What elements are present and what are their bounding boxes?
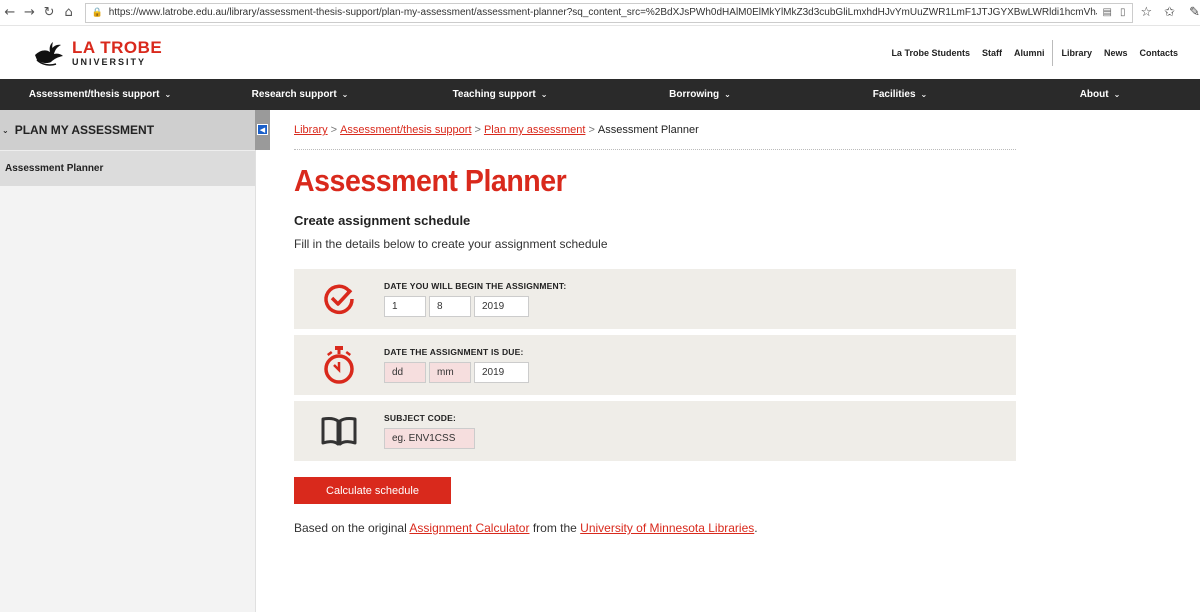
sidebar-heading[interactable]: ⌄ PLAN MY ASSESSMENT: [0, 110, 255, 150]
top-links-divider: [1052, 39, 1054, 66]
nav-item-teaching[interactable]: Teaching support ⌄: [400, 89, 600, 100]
main-nav: Assessment/thesis support ⌄ Research supp…: [0, 79, 1200, 110]
chevron-down-icon: ⌄: [540, 90, 548, 99]
back-icon[interactable]: ←: [0, 0, 20, 26]
attribution-text: from the: [529, 521, 581, 535]
begin-year-input[interactable]: 2019: [474, 296, 529, 317]
nav-item-label: Facilities: [872, 89, 916, 100]
chevron-down-icon: ⌄: [2, 125, 9, 135]
page-title: Assessment Planner: [294, 163, 567, 198]
minnesota-libraries-link[interactable]: University of Minnesota Libraries: [580, 521, 754, 535]
nav-item-about[interactable]: About ⌄: [1000, 89, 1200, 100]
attribution-text: .: [754, 521, 758, 535]
top-link-students[interactable]: La Trobe Students: [885, 48, 976, 58]
due-date-row: DATE THE ASSIGNMENT IS DUE: dd mm 2019: [294, 335, 1016, 395]
chevron-down-icon: ⌄: [1113, 90, 1121, 99]
nav-item-label: Research support: [251, 89, 337, 100]
attribution-note: Based on the original Assignment Calcula…: [294, 521, 1200, 535]
nav-item-research[interactable]: Research support ⌄: [200, 89, 400, 100]
chevron-down-icon: ⌄: [920, 90, 928, 99]
begin-date-row: DATE YOU WILL BEGIN THE ASSIGNMENT: 1 8 …: [294, 269, 1016, 329]
logo-sub-text: UNIVERSITY: [72, 56, 147, 67]
lock-icon: 🔒: [91, 7, 103, 17]
browser-toolbar: ← → ↻ ⌂ 🔒 https://www.latrobe.edu.au/lib…: [0, 0, 1200, 26]
nav-item-label: Borrowing: [669, 89, 720, 100]
nav-item-label: Teaching support: [452, 89, 536, 100]
refresh-icon[interactable]: ↻: [39, 0, 59, 26]
pen-icon[interactable]: ✎: [1189, 5, 1200, 20]
due-day-input[interactable]: dd: [384, 362, 426, 383]
section-description: Fill in the details below to create your…: [294, 237, 608, 251]
open-book-icon: [321, 416, 357, 446]
url-text: https://www.latrobe.edu.au/library/asses…: [108, 7, 1097, 18]
nav-item-borrowing[interactable]: Borrowing ⌄: [600, 89, 800, 100]
nav-item-facilities[interactable]: Facilities ⌄: [800, 89, 1000, 100]
section-subtitle: Create assignment schedule: [294, 213, 471, 228]
begin-month-input[interactable]: 8: [429, 296, 471, 317]
sidebar-item-assessment-planner[interactable]: Assessment Planner: [0, 150, 255, 186]
checkmark-circle-icon: [324, 284, 354, 315]
begin-date-label: DATE YOU WILL BEGIN THE ASSIGNMENT:: [384, 281, 567, 291]
breadcrumb-assessment-thesis-support[interactable]: Assessment/thesis support: [340, 124, 471, 136]
top-links: La Trobe Students Staff Alumni Library N…: [885, 39, 1184, 66]
reading-view-icon[interactable]: ▤: [1103, 7, 1112, 18]
due-month-input[interactable]: mm: [429, 362, 471, 383]
sidebar: ⌄ PLAN MY ASSESSMENT Assessment Planner …: [0, 110, 270, 612]
subject-code-label: SUBJECT CODE:: [384, 413, 457, 423]
begin-day-input[interactable]: 1: [384, 296, 426, 317]
calculate-schedule-button[interactable]: Calculate schedule: [294, 477, 451, 504]
latrobe-logo[interactable]: LA TROBE UNIVERSITY: [32, 38, 162, 68]
top-link-library[interactable]: Library: [1055, 48, 1098, 58]
breadcrumb-plan-my-assessment[interactable]: Plan my assessment: [484, 124, 585, 136]
top-link-alumni[interactable]: Alumni: [1008, 48, 1051, 58]
book-icon[interactable]: ▯: [1120, 7, 1126, 18]
breadcrumb-current: Assessment Planner: [597, 124, 699, 136]
subject-code-input[interactable]: eg. ENV1CSS: [384, 428, 475, 449]
attribution-text: Based on the original: [294, 521, 410, 535]
top-link-news[interactable]: News: [1098, 48, 1134, 58]
top-link-staff[interactable]: Staff: [976, 48, 1008, 58]
chevron-down-icon: ⌄: [341, 90, 349, 99]
due-year-input[interactable]: 2019: [474, 362, 529, 383]
site-header: LA TROBE UNIVERSITY La Trobe Students St…: [0, 26, 1200, 79]
sidebar-item-label: Assessment Planner: [5, 163, 104, 174]
chevron-down-icon: ⌄: [724, 90, 731, 99]
favorite-star-icon[interactable]: ☆: [1141, 5, 1153, 20]
sidebar-heading-label: PLAN MY ASSESSMENT: [14, 123, 155, 137]
favorites-icon[interactable]: ✩: [1164, 5, 1175, 20]
address-bar[interactable]: 🔒 https://www.latrobe.edu.au/library/ass…: [84, 2, 1133, 23]
assignment-calculator-link[interactable]: Assignment Calculator: [409, 521, 529, 535]
sidebar-collapse-toggle[interactable]: ◀: [255, 110, 270, 150]
main-content: Library > Assessment/thesis support > Plan m…: [256, 110, 1200, 612]
chevron-down-icon: ⌄: [164, 90, 172, 99]
collapse-left-icon: ◀: [257, 124, 268, 135]
stopwatch-icon: [324, 346, 354, 384]
forward-icon[interactable]: →: [20, 0, 40, 26]
due-date-label: DATE THE ASSIGNMENT IS DUE:: [384, 347, 524, 357]
nav-item-label: Assessment/thesis support: [28, 89, 160, 100]
swan-logo-icon: [35, 41, 63, 66]
logo-main-text: LA TROBE: [72, 37, 163, 57]
breadcrumb-library[interactable]: Library: [294, 124, 328, 136]
breadcrumb: Library > Assessment/thesis support > Plan m…: [294, 124, 1016, 150]
subject-code-row: SUBJECT CODE: eg. ENV1CSS: [294, 401, 1016, 461]
home-icon[interactable]: ⌂: [59, 0, 79, 26]
top-link-contacts[interactable]: Contacts: [1133, 48, 1184, 58]
nav-item-label: About: [1079, 89, 1109, 100]
nav-item-assessment[interactable]: Assessment/thesis support ⌄: [0, 89, 200, 100]
